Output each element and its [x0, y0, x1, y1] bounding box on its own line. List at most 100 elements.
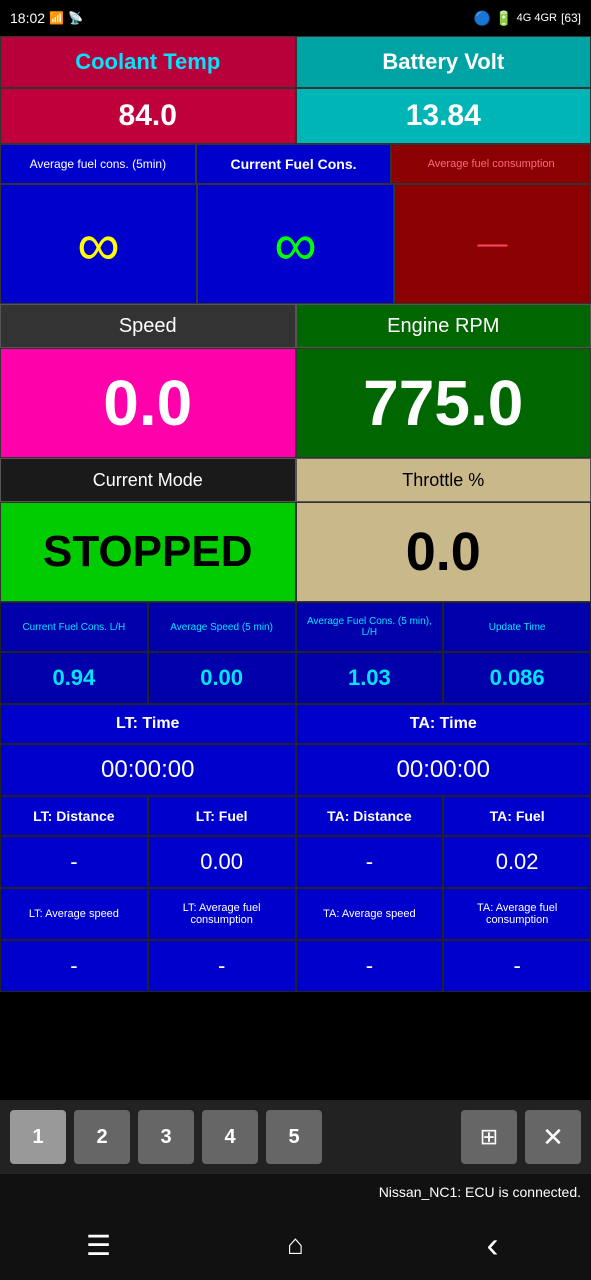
coolant-temp-number: 84.0 — [119, 99, 177, 133]
ta-dist-label: TA: Distance — [327, 808, 412, 824]
close-button[interactable]: ✕ — [525, 1110, 581, 1164]
lt-fuel-value: 0.00 — [148, 836, 296, 888]
ta-dist-value: - — [296, 836, 444, 888]
stat-1-header: Current Fuel Cons. L/H — [0, 602, 148, 652]
lt-avg-fuel-number: - — [218, 953, 225, 979]
back-nav-button[interactable]: ‹ — [463, 1215, 523, 1275]
rpm-value: 775.0 — [296, 348, 591, 458]
lt-time-label: LT: Time — [116, 715, 179, 733]
speed-label: Speed — [119, 315, 177, 338]
row-fuel-values: ∞ ∞ — — [0, 184, 591, 304]
menu-nav-button[interactable]: ☰ — [69, 1215, 129, 1275]
avg-fuel-cons-value: ∞ — [0, 184, 197, 304]
battery-level: [63] — [561, 11, 581, 25]
stat-4-label: Update Time — [489, 622, 546, 633]
list-icon: ⊞ — [480, 1124, 498, 1150]
signal-icon: 📡 — [68, 11, 83, 25]
row-fuel-headers: Average fuel cons. (5min) Current Fuel C… — [0, 144, 591, 184]
tab-5-button[interactable]: 5 — [266, 1110, 322, 1164]
lt-dist-number: - — [70, 849, 77, 875]
coolant-temp-label: Coolant Temp — [75, 49, 220, 75]
tab-1-button[interactable]: 1 — [10, 1110, 66, 1164]
rpm-header: Engine RPM — [296, 304, 591, 348]
row-mode-throttle-headers: Current Mode Throttle % — [0, 458, 591, 502]
avg-fuel-consumption-header: Average fuel consumption — [391, 144, 591, 184]
wifi-icon: 📶 — [49, 11, 64, 25]
speed-header: Speed — [0, 304, 296, 348]
tab-3-button[interactable]: 3 — [138, 1110, 194, 1164]
avg-fuel-header: Average fuel cons. (5min) — [0, 144, 196, 184]
ta-avg-speed-header: TA: Average speed — [296, 888, 444, 940]
stat-3-value: 1.03 — [296, 652, 444, 704]
tab-2-button[interactable]: 2 — [74, 1110, 130, 1164]
throttle-value: 0.0 — [296, 502, 591, 602]
dash-symbol: — — [478, 227, 508, 261]
lt-fuel-number: 0.00 — [200, 849, 243, 875]
lt-avg-speed-header: LT: Average speed — [0, 888, 148, 940]
coolant-temp-value: 84.0 — [0, 88, 296, 144]
ta-avg-speed-label: TA: Average speed — [323, 908, 416, 920]
lt-avg-speed-number: - — [70, 953, 77, 979]
ta-avg-fuel-label: TA: Average fuel consumption — [446, 902, 588, 926]
battery-volt-value: 13.84 — [296, 88, 591, 144]
ta-avg-speed-number: - — [366, 953, 373, 979]
stat-2-header: Average Speed (5 min) — [148, 602, 296, 652]
stat-4-number: 0.086 — [490, 665, 545, 691]
infinity-symbol-1: ∞ — [77, 210, 120, 279]
home-nav-button[interactable]: ⌂ — [266, 1215, 326, 1275]
lt-avg-speed-value: - — [0, 940, 148, 992]
row-speed-rpm-headers: Speed Engine RPM — [0, 304, 591, 348]
close-icon: ✕ — [542, 1122, 564, 1153]
row-stat-values: 0.94 0.00 1.03 0.086 — [0, 652, 591, 704]
mode-label: Current Mode — [93, 470, 203, 491]
list-icon-button[interactable]: ⊞ — [461, 1110, 517, 1164]
stat-3-header: Average Fuel Cons. (5 min), L/H — [296, 602, 444, 652]
avg-fuel-dash: — — [394, 184, 591, 304]
speed-value: 0.0 — [0, 348, 296, 458]
bluetooth-icon: 🔵 — [474, 10, 491, 27]
main-content: Coolant Temp Battery Volt 84.0 13.84 Ave… — [0, 36, 591, 1100]
ta-dist-number: - — [366, 849, 373, 875]
coolant-temp-header: Coolant Temp — [0, 36, 296, 88]
ta-time-number: 00:00:00 — [397, 756, 490, 784]
status-bar: 18:02 📶 📡 🔵 🔋 4G 4GR [63] — [0, 0, 591, 36]
time-display: 18:02 — [10, 10, 45, 26]
current-fuel-label: Current Fuel Cons. — [231, 156, 357, 172]
throttle-number: 0.0 — [406, 521, 481, 583]
status-bar-left: 18:02 📶 📡 — [10, 10, 83, 26]
ta-time-value: 00:00:00 — [296, 744, 591, 796]
throttle-header: Throttle % — [296, 458, 591, 502]
stat-2-value: 0.00 — [148, 652, 296, 704]
row-dist-fuel-values: - 0.00 - 0.02 — [0, 836, 591, 888]
throttle-label: Throttle % — [402, 470, 484, 491]
stat-3-number: 1.03 — [348, 665, 391, 691]
signal-bars-icon: 4G 4GR — [517, 12, 557, 24]
stat-1-label: Current Fuel Cons. L/H — [22, 622, 125, 633]
back-icon: ‹ — [487, 1224, 499, 1266]
tab-4-button[interactable]: 4 — [202, 1110, 258, 1164]
row-stat-headers: Current Fuel Cons. L/H Average Speed (5 … — [0, 602, 591, 652]
row-mode-throttle-values: STOPPED 0.0 — [0, 502, 591, 602]
home-icon: ⌂ — [287, 1229, 304, 1261]
lt-avg-fuel-header: LT: Average fuel consumption — [148, 888, 296, 940]
ecu-status-message: Nissan_NC1: ECU is connected. — [379, 1184, 581, 1200]
row-metric-headers-1: Coolant Temp Battery Volt — [0, 36, 591, 88]
status-message-bar: Nissan_NC1: ECU is connected. — [0, 1174, 591, 1210]
ta-avg-fuel-number: - — [513, 953, 520, 979]
mode-header: Current Mode — [0, 458, 296, 502]
lt-dist-label: LT: Distance — [33, 808, 114, 824]
stat-1-value: 0.94 — [0, 652, 148, 704]
stat-4-value: 0.086 — [443, 652, 591, 704]
ta-fuel-value: 0.02 — [443, 836, 591, 888]
ta-dist-header: TA: Distance — [296, 796, 444, 836]
battery-volt-label: Battery Volt — [382, 49, 504, 75]
lt-fuel-label: LT: Fuel — [196, 808, 248, 824]
battery-icon: 🔋 — [495, 10, 512, 27]
lt-avg-fuel-label: LT: Average fuel consumption — [151, 902, 293, 926]
lt-avg-speed-label: LT: Average speed — [29, 908, 119, 920]
row-time-values: 00:00:00 00:00:00 — [0, 744, 591, 796]
stat-1-number: 0.94 — [52, 665, 95, 691]
row-time-headers: LT: Time TA: Time — [0, 704, 591, 744]
infinity-symbol-2: ∞ — [274, 210, 317, 279]
row-avg-values: - - - - — [0, 940, 591, 992]
